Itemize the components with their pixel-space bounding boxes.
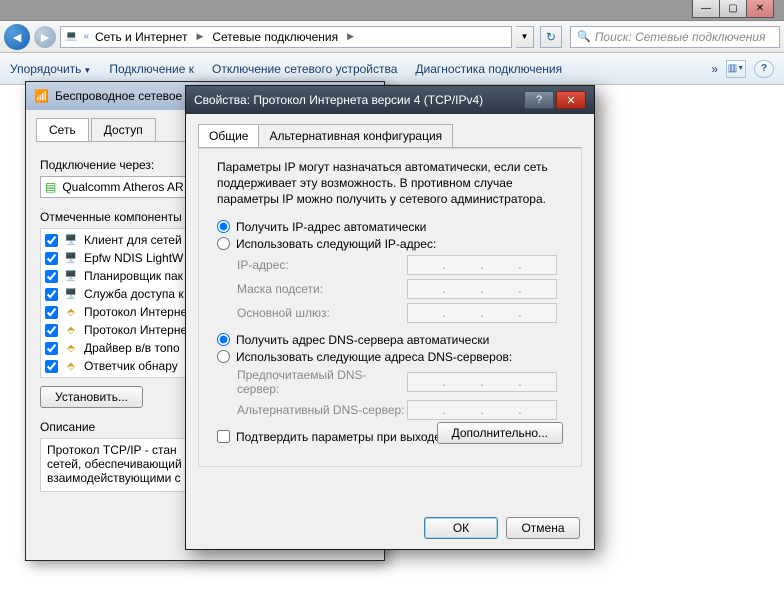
tab-general[interactable]: Общие [198,124,259,147]
chevron-right-icon[interactable]: ▶ [193,31,206,42]
adapter-icon: ▤ [45,180,56,194]
validate-checkbox[interactable] [217,430,230,443]
radio[interactable] [217,237,230,250]
dialog-title: Свойства: Протокол Интернета версии 4 (T… [194,93,483,107]
network-icon: 💻 [65,31,77,42]
address-dropdown[interactable]: ▼ [516,26,534,48]
checkbox[interactable] [45,252,58,265]
dns-auto-radio[interactable]: Получить адрес DNS-сервера автоматически [217,333,563,347]
ip-address-input: ... [407,255,557,275]
search-placeholder: Поиск: Сетевые подключения [595,30,766,44]
gateway-input: ... [407,303,557,323]
client-icon: 🖥️ [64,233,78,247]
checkbox[interactable] [45,306,58,319]
checkbox[interactable] [45,270,58,283]
adapter-name: Qualcomm Atheros AR [62,180,183,194]
radio[interactable] [217,220,230,233]
checkbox[interactable] [45,342,58,355]
checkbox[interactable] [45,288,58,301]
tab-access[interactable]: Доступ [91,118,156,141]
responder-icon: ⬘ [64,359,78,373]
dns-manual-radio[interactable]: Использовать следующие адреса DNS-сервер… [217,350,563,364]
nav-bar: ◄ ► 💻 « Сеть и Интернет ▶ Сетевые подклю… [0,21,784,53]
tab-alternative[interactable]: Альтернативная конфигурация [258,124,453,147]
chevron-right-icon[interactable]: ▶ [344,31,357,42]
organize-menu[interactable]: Упорядочить▼ [10,62,91,76]
connect-to-button[interactable]: Подключение к [109,62,194,76]
signal-icon: 📶 [34,89,49,103]
refresh-button[interactable]: ↻ [540,26,562,48]
radio[interactable] [217,350,230,363]
service-icon: 🖥️ [64,287,78,301]
checkbox[interactable] [45,234,58,247]
dns2-label: Альтернативный DNS-сервер: [237,403,407,417]
checkbox[interactable] [45,360,58,373]
disable-device-button[interactable]: Отключение сетевого устройства [212,62,397,76]
checkbox[interactable] [45,324,58,337]
help-button[interactable]: ? [524,91,554,109]
subnet-mask-label: Маска подсети: [237,282,407,296]
subnet-mask-input: ... [407,279,557,299]
cancel-button[interactable]: Отмена [506,517,580,539]
back-button[interactable]: ◄ [4,24,30,50]
window-controls: — ▢ ✕ [693,0,774,20]
toolbar-overflow[interactable]: » [711,62,718,76]
forward-button[interactable]: ► [34,26,56,48]
help-text: Параметры IP могут назначаться автоматич… [217,159,563,208]
breadcrumb-root-icon: « [83,31,89,42]
radio[interactable] [217,333,230,346]
help-icon[interactable]: ? [754,60,774,78]
address-bar[interactable]: 💻 « Сеть и Интернет ▶ Сетевые подключени… [60,26,512,48]
dialog-title: Беспроводное сетевое с [55,89,192,103]
view-icon[interactable]: ▥▼ [726,60,746,78]
gateway-label: Основной шлюз: [237,306,407,320]
dns1-label: Предпочитаемый DNS-сервер: [237,368,407,396]
scheduler-icon: 🖥️ [64,269,78,283]
install-button[interactable]: Установить... [40,386,143,408]
ip-address-label: IP-адрес: [237,258,407,272]
protocol-icon: ⬘ [64,323,78,337]
search-input[interactable]: Поиск: Сетевые подключения [570,26,780,48]
tab-network[interactable]: Сеть [36,118,89,141]
minimize-button[interactable]: — [692,0,720,18]
ip-manual-radio[interactable]: Использовать следующий IP-адрес: [217,237,563,251]
maximize-button[interactable]: ▢ [719,0,747,18]
ok-button[interactable]: ОК [424,517,498,539]
advanced-button[interactable]: Дополнительно... [437,422,563,444]
dns1-input: ... [407,372,557,392]
driver-icon: ⬘ [64,341,78,355]
ip-auto-radio[interactable]: Получить IP-адрес автоматически [217,220,563,234]
dns2-input: ... [407,400,557,420]
ipv4-properties-dialog: Свойства: Протокол Интернета версии 4 (T… [185,85,595,550]
dialog-titlebar[interactable]: Свойства: Протокол Интернета версии 4 (T… [186,86,594,114]
close-button[interactable]: ✕ [746,0,774,18]
tabs: Общие Альтернативная конфигурация [198,124,582,148]
diagnose-button[interactable]: Диагностика подключения [415,62,562,76]
driver-icon: 🖥️ [64,251,78,265]
breadcrumb[interactable]: Сетевые подключения [212,30,338,44]
close-button[interactable]: ✕ [556,91,586,109]
protocol-icon: ⬘ [64,305,78,319]
breadcrumb[interactable]: Сеть и Интернет [95,30,187,44]
